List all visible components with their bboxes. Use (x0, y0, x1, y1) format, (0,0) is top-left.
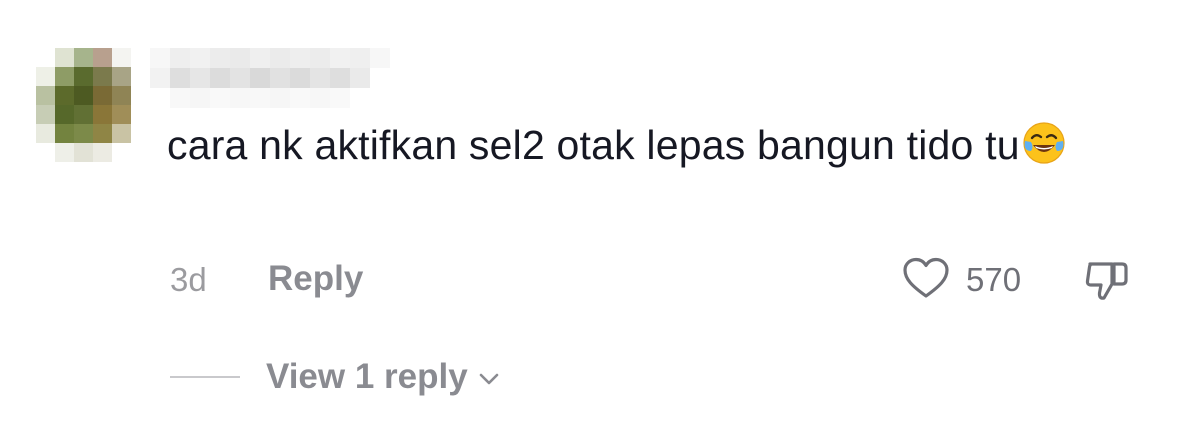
heart-outline-icon[interactable] (902, 256, 950, 300)
reply-button[interactable]: Reply (268, 259, 363, 299)
thumbs-down-outline-icon[interactable] (1082, 254, 1132, 304)
comment-actions-row: 3d Reply 570 (170, 254, 1150, 308)
comment-body: cara nk aktifkan sel2 otak lepas bangun … (167, 122, 1020, 168)
replies-divider (170, 376, 240, 378)
face-with-tears-of-joy-icon (1023, 122, 1065, 164)
avatar[interactable] (36, 48, 150, 162)
chevron-down-icon (479, 373, 499, 385)
comment-timestamp: 3d (170, 261, 207, 298)
view-replies-label: View 1 reply (266, 357, 468, 396)
comment-text: cara nk aktifkan sel2 otak lepas bangun … (167, 116, 1147, 174)
view-replies-button[interactable]: View 1 reply (170, 354, 502, 400)
like-count: 570 (966, 261, 1022, 298)
username-blurred[interactable] (150, 48, 410, 108)
